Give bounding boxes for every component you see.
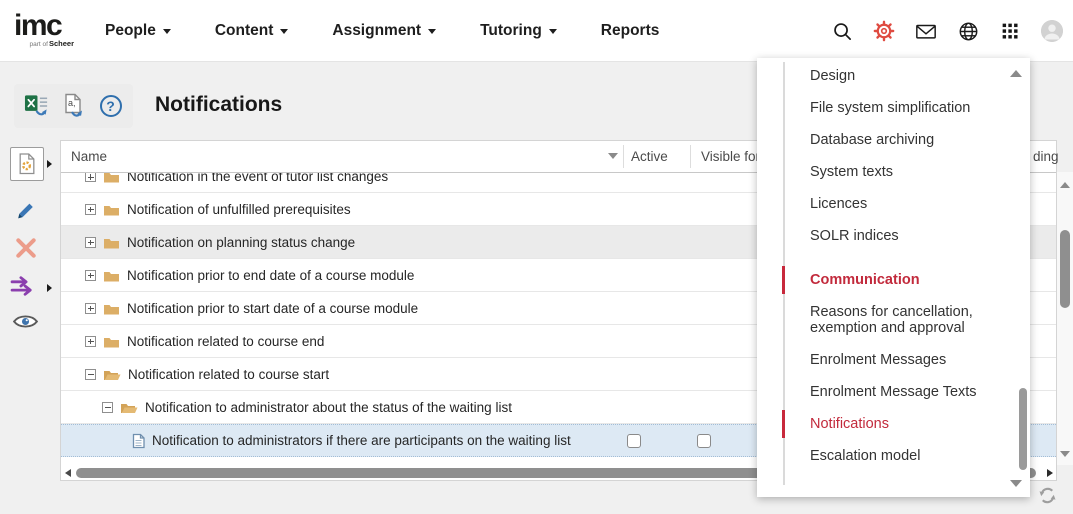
nav-item-tutoring[interactable]: Tutoring [480,22,557,40]
vertical-scrollbar-thumb[interactable] [1060,230,1070,308]
mail-icon[interactable] [915,20,937,42]
menu-item-enrolment-message-texts[interactable]: Enrolment Message Texts [757,376,1030,408]
menu-item-database-archiving[interactable]: Database archiving [757,124,1030,156]
menu-items: Design File system simplification Databa… [757,58,1030,472]
menu-item-reasons-cancellation[interactable]: Reasons for cancellation, exemption and … [757,296,1030,344]
logo-text: imc [14,14,74,38]
row-label: Notification to administrator about the … [145,400,512,415]
text-export-icon[interactable]: a, [61,93,87,119]
menu-scrollbar-thumb[interactable] [1019,388,1027,470]
delete-x-icon[interactable] [15,237,37,264]
collapse-minus-icon[interactable] [102,402,113,413]
expand-plus-icon[interactable] [85,303,96,314]
search-icon[interactable] [831,20,853,42]
row-label: Notification of unfulfilled prerequisite… [127,202,351,217]
nav-item-people[interactable]: People [105,22,171,40]
menu-item-solr-indices[interactable]: SOLR indices [757,220,1030,252]
excel-export-icon[interactable] [24,93,50,119]
active-item-marker [782,410,785,438]
menu-section-header-communication: Communication [757,264,1030,296]
chevron-down-icon [549,29,557,34]
folder-closed-icon [103,335,120,348]
vertical-scrollbar [1057,172,1073,465]
sort-dropdown-icon[interactable] [608,153,618,159]
menu-item-enrolment-messages[interactable]: Enrolment Messages [757,344,1030,376]
menu-item-system-texts[interactable]: System texts [757,156,1030,188]
imc-logo[interactable]: imc part ofScheer [14,14,74,48]
menu-scroll-down-arrow[interactable] [1010,480,1022,487]
new-entry-flyout-arrow[interactable] [47,160,52,168]
expand-plus-icon[interactable] [85,270,96,281]
scroll-right-arrow[interactable] [1047,469,1053,477]
row-label: Notification related to course end [127,334,324,349]
scroll-left-arrow[interactable] [65,469,71,477]
column-header-name[interactable]: Name [71,149,107,164]
nav-item-assignment[interactable]: Assignment [332,22,436,40]
folder-closed-icon [103,173,120,183]
page-title: Notifications [155,93,282,117]
scroll-down-arrow[interactable] [1060,451,1070,457]
folder-open-icon [120,401,138,414]
assign-arrows-icon[interactable] [10,275,37,303]
topbar-icon-cluster [831,0,1063,62]
column-header-active[interactable]: Active [631,149,668,164]
refresh-icon[interactable] [1038,486,1058,506]
row-label: Notification to administrators if there … [152,433,571,448]
scroll-up-arrow[interactable] [1060,182,1070,188]
app-window: imc part ofScheer People Content Assignm… [0,0,1073,514]
visible-for-checkbox[interactable] [697,434,711,448]
page-action-toolbar: a, [14,84,133,128]
help-icon[interactable] [98,93,124,119]
chevron-down-icon [163,29,171,34]
collapse-minus-icon[interactable] [85,369,96,380]
folder-closed-icon [103,302,120,315]
expand-plus-icon[interactable] [85,173,96,182]
row-label: Notification prior to end date of a cour… [127,268,414,283]
folder-closed-icon [103,203,120,216]
language-globe-icon[interactable] [957,20,979,42]
communication-section-marker [782,266,785,294]
document-icon [132,433,145,449]
active-checkbox[interactable] [627,434,641,448]
edit-pencil-icon[interactable] [13,198,38,228]
settings-gear-icon[interactable] [873,20,895,42]
column-header-truncated[interactable]: ding [1033,149,1059,164]
main-nav: People Content Assignment Tutoring Repor… [105,22,659,40]
chevron-down-icon [280,29,288,34]
chevron-down-icon [428,29,436,34]
menu-item-notifications-active[interactable]: Notifications [757,408,1030,440]
svg-text:a,: a, [68,98,76,108]
nav-item-content[interactable]: Content [215,22,289,40]
menu-scroll-up-arrow[interactable] [1010,70,1022,77]
new-entry-button[interactable] [10,147,44,181]
row-label: Notification prior to start date of a co… [127,301,418,316]
row-label: Notification in the event of tutor list … [127,173,388,184]
assign-flyout-arrow[interactable] [47,284,52,292]
menu-item-file-system-simplification[interactable]: File system simplification [757,92,1030,124]
expand-plus-icon[interactable] [85,237,96,248]
apps-grid-icon[interactable] [999,20,1021,42]
folder-open-icon [103,368,121,381]
preview-eye-icon[interactable] [12,313,39,335]
account-avatar[interactable] [1041,20,1063,42]
folder-closed-icon [103,269,120,282]
top-navbar: imc part ofScheer People Content Assignm… [0,0,1073,62]
menu-item-licences[interactable]: Licences [757,188,1030,220]
menu-item-escalation-model[interactable]: Escalation model [757,440,1030,472]
row-label: Notification related to course start [128,367,329,382]
expand-plus-icon[interactable] [85,336,96,347]
row-label: Notification on planning status change [127,235,355,250]
settings-dropdown-menu: Design File system simplification Databa… [757,58,1030,497]
expand-plus-icon[interactable] [85,204,96,215]
folder-closed-icon [103,236,120,249]
menu-item-design[interactable]: Design [757,60,1030,92]
nav-item-reports[interactable]: Reports [601,22,660,40]
